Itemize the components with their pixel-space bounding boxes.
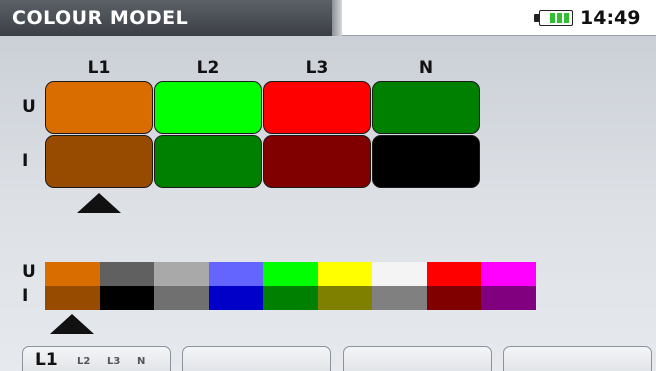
battery-bar	[557, 13, 562, 23]
palette-swatch-i[interactable]	[263, 286, 318, 310]
row-label-u: U	[22, 97, 36, 117]
title-bar: COLOUR MODEL	[0, 0, 332, 36]
palette-swatch-i[interactable]	[372, 286, 427, 310]
palette-swatch-u[interactable]	[426, 262, 482, 286]
palette-swatch-u[interactable]	[99, 262, 155, 286]
softkey-option-l2: L2	[77, 356, 91, 367]
column-selection-pointer	[77, 193, 121, 213]
column-label-n: N	[418, 58, 434, 78]
softkey-option-l3: L3	[107, 356, 121, 367]
palette-swatch-u[interactable]	[208, 262, 264, 286]
cell-u-l1[interactable]	[45, 81, 153, 134]
palette-swatch-u[interactable]	[317, 262, 373, 286]
palette-swatch-u[interactable]	[263, 262, 318, 286]
palette-row-label-i: I	[22, 286, 29, 306]
softkey-3[interactable]	[343, 346, 492, 371]
cell-i-l3[interactable]	[263, 135, 371, 188]
row-label-i: I	[22, 151, 29, 171]
column-label-l2: L2	[196, 58, 220, 78]
palette-swatch-u[interactable]	[45, 262, 100, 286]
softkey-option-n: N	[137, 356, 146, 367]
cell-i-l1[interactable]	[45, 135, 153, 188]
palette-swatch-i[interactable]	[208, 286, 264, 310]
softkey-selected-phase: L1	[35, 350, 58, 370]
palette-swatch-i[interactable]	[317, 286, 373, 310]
palette-swatch-i[interactable]	[426, 286, 482, 310]
palette-swatch-i[interactable]	[99, 286, 155, 310]
palette-swatch-i[interactable]	[45, 286, 100, 310]
header-bar: COLOUR MODEL 14:49	[0, 0, 656, 36]
cell-u-l3[interactable]	[263, 81, 371, 134]
palette-swatch-i[interactable]	[154, 286, 209, 310]
column-label-l3: L3	[305, 58, 329, 78]
page-title: COLOUR MODEL	[12, 7, 189, 29]
title-bar-edge	[332, 0, 342, 36]
palette-row-label-u: U	[22, 262, 36, 282]
cell-u-l2[interactable]	[154, 81, 262, 134]
battery-icon	[539, 10, 573, 26]
cell-i-l2[interactable]	[154, 135, 262, 188]
softkey-2[interactable]	[182, 346, 331, 371]
column-label-l1: L1	[87, 58, 111, 78]
battery-bar	[550, 13, 555, 23]
phase-select-softkey[interactable]: L1 L2 L3 N	[22, 346, 171, 371]
palette-swatch-i[interactable]	[481, 286, 536, 310]
clock-time: 14:49	[580, 7, 641, 29]
palette-swatch-u[interactable]	[481, 262, 536, 286]
palette-selection-pointer	[50, 314, 94, 334]
battery-bar	[564, 13, 569, 23]
softkey-4[interactable]	[503, 346, 652, 371]
cell-u-n[interactable]	[372, 81, 480, 134]
palette-swatch-u[interactable]	[372, 262, 427, 286]
cell-i-n[interactable]	[372, 135, 480, 188]
palette-swatch-u[interactable]	[154, 262, 209, 286]
